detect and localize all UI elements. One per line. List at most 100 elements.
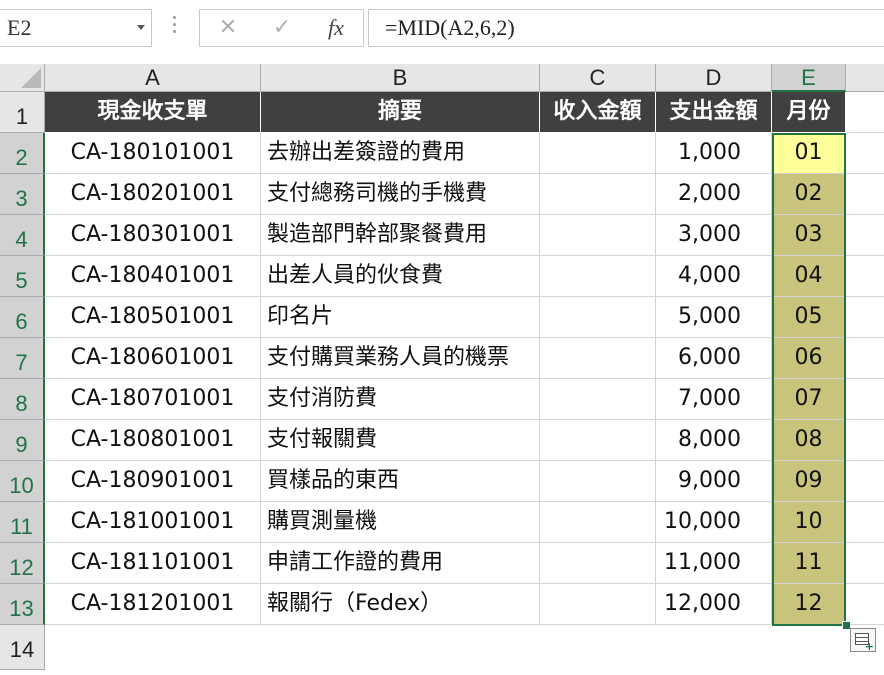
- cell-D3[interactable]: 2,000: [656, 174, 772, 215]
- cell-F6[interactable]: [846, 297, 884, 338]
- cell-D2[interactable]: 1,000: [656, 133, 772, 174]
- cell-C4[interactable]: [540, 215, 656, 256]
- cell-B8[interactable]: 支付消防費: [261, 379, 540, 420]
- cell-B9[interactable]: 支付報關費: [261, 420, 540, 461]
- row-header-1[interactable]: 1: [0, 92, 45, 133]
- header-cell-d[interactable]: 支出金額: [656, 92, 772, 133]
- cell-A7[interactable]: CA-180601001: [45, 338, 261, 379]
- row-header-8[interactable]: 8: [0, 379, 45, 420]
- cell-A8[interactable]: CA-180701001: [45, 379, 261, 420]
- row-header-14[interactable]: 14: [0, 625, 45, 670]
- cell-E8[interactable]: 07: [772, 379, 846, 420]
- cell-B2[interactable]: 去辦出差簽證的費用: [261, 133, 540, 174]
- cell-A5[interactable]: CA-180401001: [45, 256, 261, 297]
- cell-A10[interactable]: CA-180901001: [45, 461, 261, 502]
- cell-F5[interactable]: [846, 256, 884, 297]
- enter-icon[interactable]: ✓: [262, 10, 302, 46]
- cell-B12[interactable]: 申請工作證的費用: [261, 543, 540, 584]
- cell-B10[interactable]: 買樣品的東西: [261, 461, 540, 502]
- cell-B11[interactable]: 購買測量機: [261, 502, 540, 543]
- cell-D10[interactable]: 9,000: [656, 461, 772, 502]
- cell-A6[interactable]: CA-180501001: [45, 297, 261, 338]
- cell-B3[interactable]: 支付總務司機的手機費: [261, 174, 540, 215]
- cell-C7[interactable]: [540, 338, 656, 379]
- row-header-12[interactable]: 12: [0, 543, 45, 584]
- cell-F9[interactable]: [846, 420, 884, 461]
- cell-E10[interactable]: 09: [772, 461, 846, 502]
- column-header-d[interactable]: D: [656, 64, 772, 92]
- column-header-b[interactable]: B: [261, 64, 540, 92]
- cell-A9[interactable]: CA-180801001: [45, 420, 261, 461]
- cell-C13[interactable]: [540, 584, 656, 625]
- cell-D8[interactable]: 7,000: [656, 379, 772, 420]
- cell-A3[interactable]: CA-180201001: [45, 174, 261, 215]
- cell-D13[interactable]: 12,000: [656, 584, 772, 625]
- cell-F10[interactable]: [846, 461, 884, 502]
- row-header-10[interactable]: 10: [0, 461, 45, 502]
- cell-E7[interactable]: 06: [772, 338, 846, 379]
- row-14-cells[interactable]: [45, 626, 884, 671]
- row-header-6[interactable]: 6: [0, 297, 45, 338]
- quick-analysis-button[interactable]: +: [850, 628, 876, 652]
- cell-E2[interactable]: 01: [772, 133, 846, 174]
- cell-F4[interactable]: [846, 215, 884, 256]
- cell-C5[interactable]: [540, 256, 656, 297]
- cell-E4[interactable]: 03: [772, 215, 846, 256]
- header-cell-b[interactable]: 摘要: [261, 92, 540, 133]
- cell-E11[interactable]: 10: [772, 502, 846, 543]
- cell-B6[interactable]: 印名片: [261, 297, 540, 338]
- cell-E3[interactable]: 02: [772, 174, 846, 215]
- name-box-dropdown-icon[interactable]: [137, 25, 145, 30]
- cell-C2[interactable]: [540, 133, 656, 174]
- cell-E12[interactable]: 11: [772, 543, 846, 584]
- cell-D5[interactable]: 4,000: [656, 256, 772, 297]
- cell-C10[interactable]: [540, 461, 656, 502]
- cell-D7[interactable]: 6,000: [656, 338, 772, 379]
- row-header-4[interactable]: 4: [0, 215, 45, 256]
- cell-A13[interactable]: CA-181201001: [45, 584, 261, 625]
- row-header-5[interactable]: 5: [0, 256, 45, 297]
- formula-input[interactable]: =MID(A2,6,2): [368, 9, 884, 47]
- cell-A11[interactable]: CA-181001001: [45, 502, 261, 543]
- cell-A12[interactable]: CA-181101001: [45, 543, 261, 584]
- cell-B7[interactable]: 支付購買業務人員的機票: [261, 338, 540, 379]
- cell-F12[interactable]: [846, 543, 884, 584]
- cell-F7[interactable]: [846, 338, 884, 379]
- row-header-13[interactable]: 13: [0, 584, 45, 625]
- cell-D6[interactable]: 5,000: [656, 297, 772, 338]
- drag-handle-icon[interactable]: [173, 16, 177, 40]
- cell-D11[interactable]: 10,000: [656, 502, 772, 543]
- insert-function-icon[interactable]: fx: [316, 10, 356, 46]
- row-header-11[interactable]: 11: [0, 502, 45, 543]
- row-header-9[interactable]: 9: [0, 420, 45, 461]
- cell-D12[interactable]: 11,000: [656, 543, 772, 584]
- cell-C11[interactable]: [540, 502, 656, 543]
- cell-D4[interactable]: 3,000: [656, 215, 772, 256]
- row-header-2[interactable]: 2: [0, 133, 45, 174]
- header-cell-c[interactable]: 收入金額: [540, 92, 656, 133]
- cell-E9[interactable]: 08: [772, 420, 846, 461]
- cell-B13[interactable]: 報關行（Fedex）: [261, 584, 540, 625]
- row-header-3[interactable]: 3: [0, 174, 45, 215]
- header-cell-e[interactable]: 月份: [772, 92, 846, 133]
- cancel-icon[interactable]: ✕: [208, 10, 248, 46]
- cell-C3[interactable]: [540, 174, 656, 215]
- cell-B5[interactable]: 出差人員的伙食費: [261, 256, 540, 297]
- cell-C8[interactable]: [540, 379, 656, 420]
- name-box[interactable]: E2: [0, 9, 152, 47]
- cell-C9[interactable]: [540, 420, 656, 461]
- cell-F11[interactable]: [846, 502, 884, 543]
- cell-B4[interactable]: 製造部門幹部聚餐費用: [261, 215, 540, 256]
- cell-C6[interactable]: [540, 297, 656, 338]
- cell-F3[interactable]: [846, 174, 884, 215]
- row-header-7[interactable]: 7: [0, 338, 45, 379]
- cell-E13[interactable]: 12: [772, 584, 846, 625]
- cell-A2[interactable]: CA-180101001: [45, 133, 261, 174]
- select-all-button[interactable]: [0, 64, 45, 92]
- cell-A4[interactable]: CA-180301001: [45, 215, 261, 256]
- column-header-c[interactable]: C: [540, 64, 656, 92]
- cell-F1[interactable]: [846, 92, 884, 133]
- column-header-a[interactable]: A: [45, 64, 261, 92]
- cell-E6[interactable]: 05: [772, 297, 846, 338]
- cell-F2[interactable]: [846, 133, 884, 174]
